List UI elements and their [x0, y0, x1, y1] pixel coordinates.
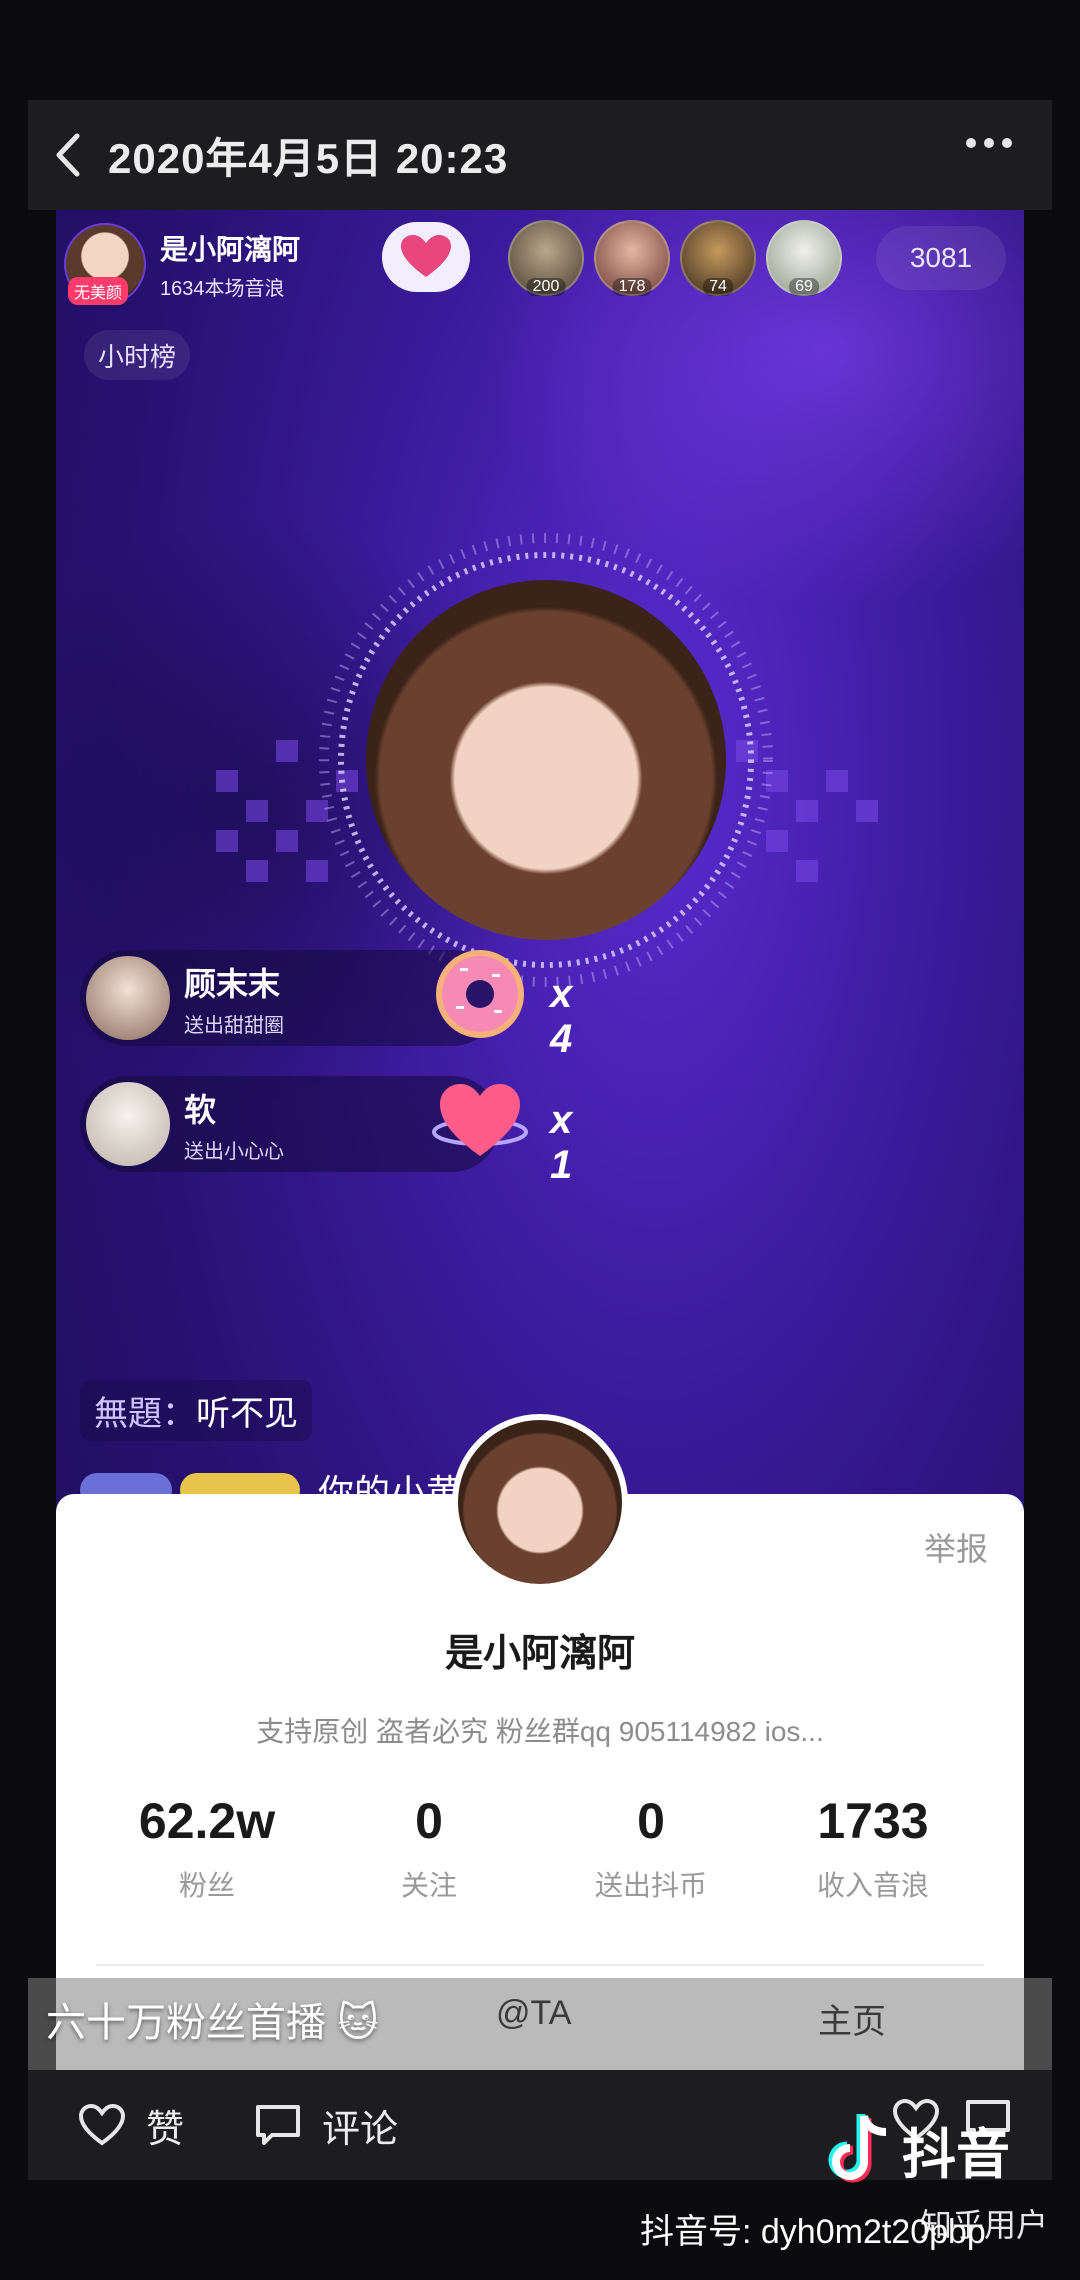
- viewer-count: 200: [526, 278, 566, 296]
- gift-count: x 4: [550, 972, 573, 1061]
- stat-value: 1733: [817, 1793, 929, 1849]
- gift-count: x 1: [550, 1098, 573, 1187]
- report-button[interactable]: 举报: [924, 1524, 988, 1570]
- stat-value: 0: [637, 1793, 665, 1849]
- more-dot-icon: [966, 138, 976, 148]
- viewer-avatar[interactable]: 74: [680, 220, 756, 296]
- stat-value: 62.2w: [138, 1793, 276, 1849]
- viewer-count: 74: [703, 278, 733, 296]
- stat-label: 收入音浪: [816, 1870, 929, 1901]
- donut-icon: [436, 950, 524, 1038]
- douyin-logo: 抖音: [826, 2110, 1010, 2189]
- live-room: 无美颜 是小阿漓阿 1634本场音浪 200 178 74 69 3081 小时…: [56, 210, 1024, 2070]
- card-divider: [96, 1964, 984, 1966]
- host-avatar[interactable]: 无美颜: [64, 223, 146, 305]
- heart-icon: [432, 1084, 528, 1156]
- chevron-left-icon: [56, 133, 80, 177]
- homepage-button[interactable]: 主页: [818, 1994, 886, 2043]
- gift-description: 送出甜甜圈: [184, 1014, 284, 1037]
- more-button[interactable]: [966, 138, 1012, 148]
- more-dot-icon: [1002, 138, 1012, 148]
- chat-message: 無題：听不见: [80, 1380, 312, 1441]
- stat-label: 送出抖币: [594, 1870, 707, 1901]
- host-subtitle: 1634本场音浪: [160, 277, 285, 300]
- gift-sender-avatar[interactable]: [86, 1082, 170, 1166]
- more-dot-icon: [984, 138, 994, 148]
- top-bar: 2020年4月5日 20:23: [28, 100, 1052, 210]
- host-avatar-ring: [316, 530, 776, 990]
- profile-bio: 支持原创 盗者必究 粉丝群qq 905114982 ios...: [256, 1716, 824, 1747]
- like-label: 赞: [146, 2108, 185, 2151]
- like-button[interactable]: 赞: [78, 2098, 184, 2153]
- douyin-note-icon: [828, 2113, 887, 2182]
- chat-text: 听不见: [196, 1395, 298, 1433]
- host-large-avatar[interactable]: [366, 580, 726, 940]
- comment-label: 评论: [322, 2108, 399, 2151]
- stat-fans: 62.2w 粉丝: [96, 1792, 318, 1904]
- top-viewers: 200 178 74 69: [508, 220, 842, 296]
- host-name: 是小阿漓阿: [160, 233, 301, 265]
- stat-following: 0 关注: [318, 1792, 540, 1904]
- host-tag: 无美颜: [68, 277, 129, 305]
- viewer-avatar[interactable]: 200: [508, 220, 584, 296]
- hour-rank-button[interactable]: 小时榜: [84, 330, 191, 380]
- profile-name: 是小阿漓阿: [444, 1633, 635, 1675]
- chat-username: 無題：: [94, 1395, 196, 1433]
- comment-icon: [254, 2103, 302, 2147]
- profile-avatar[interactable]: [452, 1414, 628, 1590]
- comment-button[interactable]: 评论: [254, 2098, 398, 2153]
- back-button[interactable]: [28, 100, 108, 210]
- video-caption: 六十万粉丝首播 🐱: [46, 2001, 379, 2045]
- viewer-avatar[interactable]: 178: [594, 220, 670, 296]
- viewer-count: 69: [789, 278, 819, 296]
- stat-coins-sent: 0 送出抖币: [540, 1792, 762, 1904]
- stat-value: 0: [415, 1793, 443, 1849]
- gift-sender-avatar[interactable]: [86, 956, 170, 1040]
- post-timestamp: 2020年4月5日 20:23: [108, 134, 509, 182]
- stat-label: 关注: [400, 1870, 457, 1901]
- gift-sender-name: 软: [184, 1091, 217, 1128]
- viewer-avatar[interactable]: 69: [766, 220, 842, 296]
- profile-stats: 62.2w 粉丝 0 关注 0 送出抖币 1733 收入音浪: [96, 1792, 984, 1904]
- heart-icon: [401, 235, 451, 277]
- douyin-wordmark: 抖音: [902, 2125, 1010, 2185]
- stat-label: 粉丝: [178, 1870, 235, 1901]
- gift-notification: 软 送出小心心 x 1: [80, 1076, 572, 1187]
- follow-button[interactable]: [382, 222, 470, 292]
- gift-notification: 顾末末 送出甜甜圈 x 4: [80, 950, 572, 1061]
- stat-income: 1733 收入音浪: [762, 1792, 984, 1904]
- gift-sender-name: 顾末末: [184, 965, 281, 1002]
- zhihu-watermark: 知乎用户: [920, 2207, 1049, 2243]
- gift-description: 送出小心心: [184, 1140, 284, 1163]
- mention-button[interactable]: @TA: [496, 1994, 571, 2033]
- heart-outline-icon: [78, 2103, 126, 2147]
- viewer-total[interactable]: 3081: [876, 226, 1006, 290]
- screen: 2020年4月5日 20:23 无美颜 是小阿漓阿 1634本场音浪 200 1…: [0, 0, 1080, 2280]
- viewer-count: 178: [612, 278, 652, 296]
